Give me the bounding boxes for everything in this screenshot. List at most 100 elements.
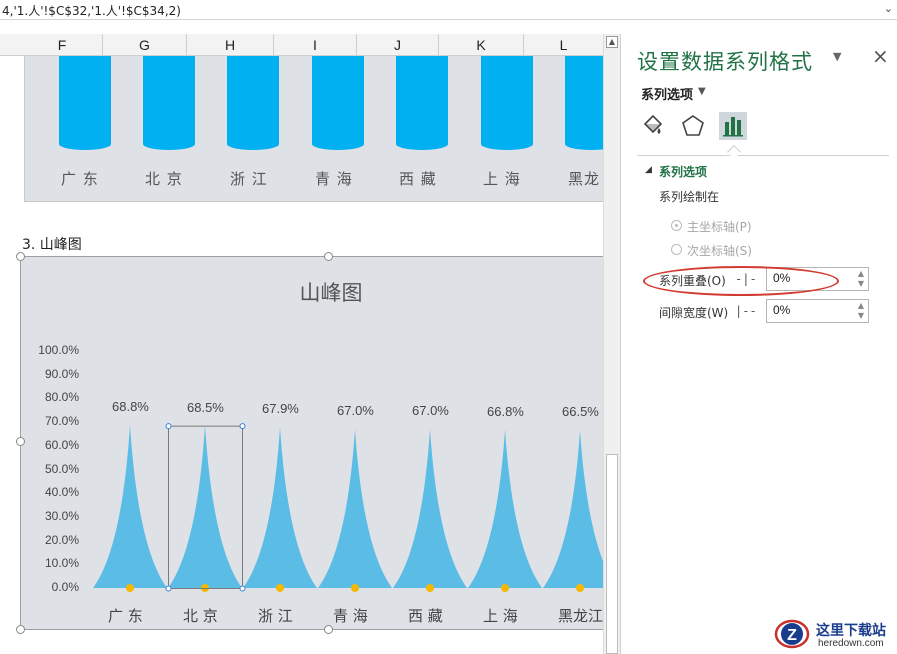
y-tick-label: 0.0% bbox=[51, 580, 79, 594]
cylinder-bar bbox=[565, 56, 603, 150]
cylinder-x-label: 北 京 bbox=[145, 170, 183, 188]
scroll-thumb[interactable] bbox=[606, 454, 618, 654]
chevron-down-icon[interactable]: ⌄ bbox=[884, 2, 893, 15]
series-options-dropdown[interactable]: 系列选项 bbox=[641, 84, 693, 103]
cylinder-bar bbox=[481, 56, 533, 150]
section-title[interactable]: 系列选项 bbox=[659, 163, 707, 180]
chart-plot[interactable] bbox=[21, 257, 603, 631]
cylinder-x-label: 浙 江 bbox=[230, 170, 268, 188]
selection-handle[interactable] bbox=[165, 423, 172, 430]
peak-mark[interactable] bbox=[393, 429, 467, 588]
column-header-i[interactable]: I bbox=[274, 34, 357, 56]
secondary-axis-radio[interactable] bbox=[671, 244, 682, 255]
cylinder-bar bbox=[396, 56, 448, 150]
y-tick-label: 10.0% bbox=[44, 556, 79, 571]
spin-up-icon[interactable]: ▲ bbox=[858, 301, 864, 310]
resize-handle[interactable] bbox=[16, 437, 25, 446]
x-category-label: 黑龙江 bbox=[558, 607, 603, 625]
selection-handle[interactable] bbox=[165, 585, 172, 592]
worksheet[interactable]: F G H I J K L 广 东 北 京 浙 江 青 海 西 藏 上 海 黑龙… bbox=[0, 34, 603, 654]
y-tick-label: 30.0% bbox=[44, 508, 79, 523]
base-marker bbox=[126, 584, 134, 592]
column-header-k[interactable]: K bbox=[439, 34, 524, 56]
formula-text[interactable]: 4,'1.人'!$C$32,'1.人'!$C$34,2) bbox=[2, 2, 181, 19]
formula-gap bbox=[0, 20, 897, 34]
resize-handle[interactable] bbox=[324, 625, 333, 634]
cylinder-x-label: 西 藏 bbox=[399, 170, 437, 188]
effects-pentagon-icon[interactable] bbox=[679, 112, 707, 140]
format-data-series-pane: 设置数据系列格式 ▼ × 系列选项 ▼ ◢ 系列选项 系列绘制在 主坐标轴(P)… bbox=[620, 34, 897, 654]
data-label[interactable]: 68.8% bbox=[112, 399, 149, 414]
base-marker bbox=[501, 584, 509, 592]
column-header-row: F G H I J K L bbox=[0, 34, 603, 56]
selection-handle[interactable] bbox=[239, 423, 246, 430]
peak-mark[interactable] bbox=[168, 425, 242, 588]
scroll-up-icon[interactable]: ▲ bbox=[606, 36, 618, 48]
column-header-j[interactable]: J bbox=[357, 34, 439, 56]
pane-title: 设置数据系列格式 bbox=[637, 50, 813, 74]
pane-options-icon[interactable]: ▼ bbox=[833, 50, 841, 63]
watermark: Z 这里下载站 heredown.com bbox=[762, 614, 897, 654]
cylinder-chart[interactable]: 广 东 北 京 浙 江 青 海 西 藏 上 海 黑龙 bbox=[24, 56, 603, 202]
formula-bar[interactable]: 4,'1.人'!$C$32,'1.人'!$C$34,2) ⌄ bbox=[0, 0, 897, 20]
cylinder-x-label: 青 海 bbox=[315, 170, 353, 188]
mountain-chart[interactable]: 山峰图 0.0% 10.0% 20.0% 30.0% 40.0% 50.0% 60.0% 70… bbox=[20, 256, 603, 630]
data-label[interactable]: 66.8% bbox=[487, 404, 524, 419]
x-category-label: 广 东 bbox=[108, 607, 143, 625]
divider bbox=[637, 155, 889, 156]
y-tick-label: 50.0% bbox=[44, 461, 79, 476]
gap-width-value[interactable]: 0% bbox=[773, 303, 790, 317]
watermark-text: 这里下载站 bbox=[816, 623, 886, 639]
data-label[interactable]: 67.0% bbox=[412, 403, 449, 418]
y-tick-label: 90.0% bbox=[44, 366, 79, 381]
data-label[interactable]: 67.9% bbox=[262, 401, 299, 416]
peak-mark[interactable] bbox=[543, 430, 603, 588]
cylinder-bar bbox=[143, 56, 195, 150]
peak-mark[interactable] bbox=[243, 427, 317, 588]
y-tick-label: 60.0% bbox=[44, 437, 79, 452]
gap-width-label: 间隙宽度(W) bbox=[659, 306, 729, 320]
secondary-axis-label: 次坐标轴(S) bbox=[687, 244, 752, 258]
column-header-l[interactable]: L bbox=[524, 34, 603, 56]
close-icon[interactable]: × bbox=[872, 44, 889, 68]
spin-up-icon[interactable]: ▲ bbox=[858, 269, 864, 278]
peak-mark[interactable] bbox=[468, 429, 542, 588]
cell-label[interactable]: 3. 山峰图 bbox=[22, 234, 82, 254]
data-label[interactable]: 66.5% bbox=[562, 404, 599, 419]
x-category-label: 青 海 bbox=[333, 607, 368, 625]
series-options-chart-icon[interactable] bbox=[719, 112, 747, 140]
spin-down-icon[interactable]: ▼ bbox=[858, 279, 864, 288]
x-category-label: 北 京 bbox=[183, 607, 218, 625]
y-tick-label: 40.0% bbox=[44, 485, 79, 500]
x-category-label: 浙 江 bbox=[258, 607, 293, 625]
column-header-g[interactable]: G bbox=[103, 34, 187, 56]
y-tick-label: 70.0% bbox=[44, 414, 79, 429]
gap-slider-icon[interactable]: |-- bbox=[735, 304, 757, 318]
x-category-label: 上 海 bbox=[483, 607, 518, 625]
tab-pointer bbox=[726, 144, 742, 160]
peak-mark[interactable] bbox=[93, 424, 167, 588]
fill-line-icon[interactable] bbox=[639, 112, 667, 140]
chevron-down-icon[interactable]: ▼ bbox=[698, 86, 706, 97]
column-header-h[interactable]: H bbox=[187, 34, 274, 56]
primary-axis-radio[interactable] bbox=[671, 220, 682, 231]
base-marker bbox=[351, 584, 359, 592]
resize-handle[interactable] bbox=[16, 252, 25, 261]
svg-text:Z: Z bbox=[787, 627, 797, 644]
vertical-scrollbar[interactable]: ▲ bbox=[603, 34, 620, 654]
spin-down-icon[interactable]: ▼ bbox=[858, 311, 864, 320]
watermark-url: heredown.com bbox=[818, 638, 884, 649]
x-category-label: 西 藏 bbox=[408, 607, 443, 625]
gap-width-spinner[interactable]: 0% ▲ ▼ bbox=[766, 299, 869, 323]
column-header-f[interactable]: F bbox=[22, 34, 103, 56]
resize-handle[interactable] bbox=[16, 625, 25, 634]
selection-handle[interactable] bbox=[239, 585, 246, 592]
collapse-triangle-icon[interactable]: ◢ bbox=[645, 165, 652, 175]
highlight-ellipse bbox=[643, 266, 839, 296]
resize-handle[interactable] bbox=[324, 252, 333, 261]
base-marker bbox=[426, 584, 434, 592]
peak-mark[interactable] bbox=[318, 429, 392, 588]
data-label[interactable]: 67.0% bbox=[337, 403, 374, 418]
cylinder-bar bbox=[227, 56, 279, 150]
data-label[interactable]: 68.5% bbox=[187, 400, 224, 415]
